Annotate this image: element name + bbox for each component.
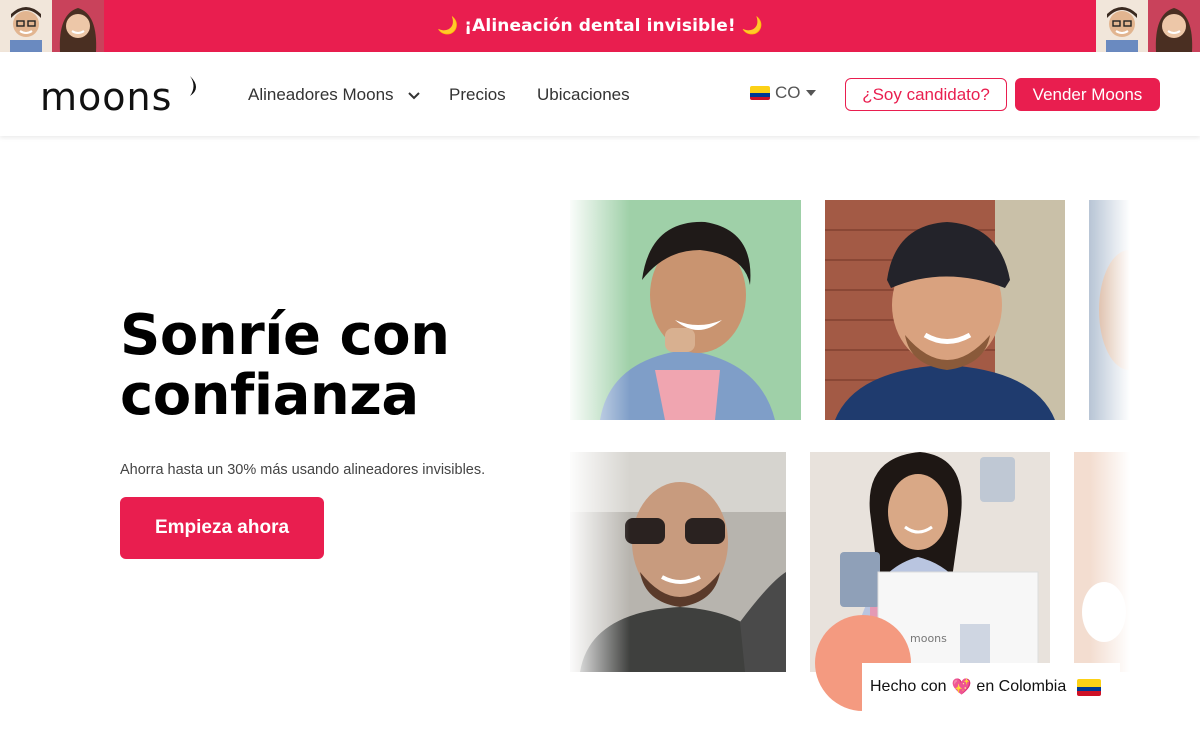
svg-text:moons: moons (40, 75, 172, 114)
moons-logo[interactable]: moons (40, 74, 202, 119)
nav-alineadores[interactable]: Alineadores Moons (248, 84, 420, 106)
country-selector[interactable]: CO (750, 83, 816, 103)
badge-suffix: en Colombia (976, 678, 1067, 695)
candidate-button[interactable]: ¿Soy candidato? (845, 78, 1007, 111)
country-code: CO (775, 83, 801, 102)
heart-icon: 💖 (951, 679, 972, 696)
colombia-flag-icon (1077, 678, 1102, 696)
caret-down-icon (805, 90, 816, 96)
nav-precios[interactable]: Precios (449, 84, 506, 106)
testimonial-photo-3 (1089, 200, 1130, 420)
testimonial-photo-4 (570, 452, 786, 672)
testimonial-photo-1 (570, 200, 801, 420)
testimonial-photo-6 (1074, 452, 1130, 672)
nav-alineadores-label: Alineadores Moons (248, 85, 394, 104)
colombia-flag-icon (750, 86, 770, 100)
start-now-button[interactable]: Empieza ahora (120, 497, 324, 559)
site-header: moons Alineadores Moons Precios Ubicacio… (0, 52, 1200, 136)
made-in-badge: Hecho con 💖 en Colombia (862, 663, 1120, 711)
hero-title: Sonríe con confianza (120, 303, 450, 428)
badge-prefix: Hecho con (870, 678, 947, 695)
svg-text:moons: moons (910, 632, 947, 645)
sell-button[interactable]: Vender Moons (1015, 78, 1160, 111)
promo-text: 🌙 ¡Alineación dental invisible! 🌙 (437, 16, 763, 36)
promo-photo-right (1096, 0, 1148, 52)
chevron-down-icon (408, 91, 420, 99)
hero-subtitle: Ahorra hasta un 30% más usando alineador… (120, 462, 486, 478)
testimonial-photo-2 (825, 200, 1065, 420)
nav-ubicaciones[interactable]: Ubicaciones (537, 84, 630, 106)
promo-banner: 🌙 ¡Alineación dental invisible! 🌙 (0, 0, 1200, 52)
promo-photo-right-2 (1148, 0, 1200, 52)
